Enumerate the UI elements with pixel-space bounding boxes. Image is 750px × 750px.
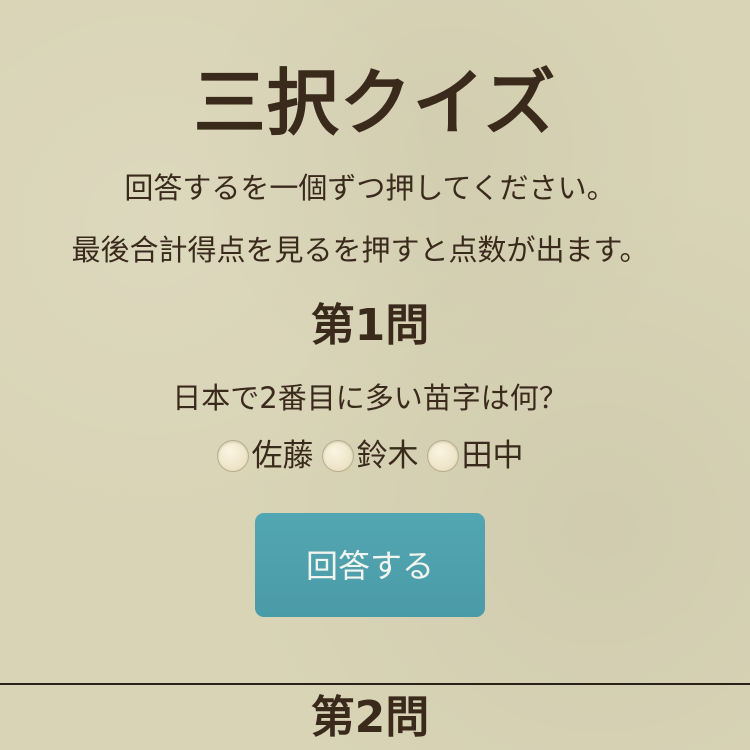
option-suzuki[interactable]: 鈴木 [321,436,419,476]
question-1-text: 日本で2番目に多い苗字は何？ [172,381,568,415]
question-1-heading: 第1問 [310,300,430,351]
option-tanaka[interactable]: 田中 [426,436,524,476]
answer-button[interactable]: 回答する [255,513,485,617]
question-1-options: 佐藤 鈴木 田中 [0,436,740,476]
option-label: 田中 [461,438,524,474]
radio-button[interactable] [426,440,459,472]
instruction-line-2: 最後合計得点を見るを押すと点数が出ます。 [71,233,649,267]
question-2-heading: 第2問 [310,692,430,743]
section-divider [0,683,750,685]
option-label: 佐藤 [251,438,314,474]
radio-button[interactable] [216,440,249,472]
instruction-line-1: 回答するを一個ずつ押してください。 [124,171,616,205]
page-title: 三択クイズ [193,61,557,145]
option-label: 鈴木 [356,438,419,474]
option-sato[interactable]: 佐藤 [216,436,314,476]
quiz-page: 三択クイズ 回答するを一個ずつ押してください。 最後合計得点を見るを押すと点数が… [0,0,750,750]
radio-button[interactable] [321,440,354,472]
